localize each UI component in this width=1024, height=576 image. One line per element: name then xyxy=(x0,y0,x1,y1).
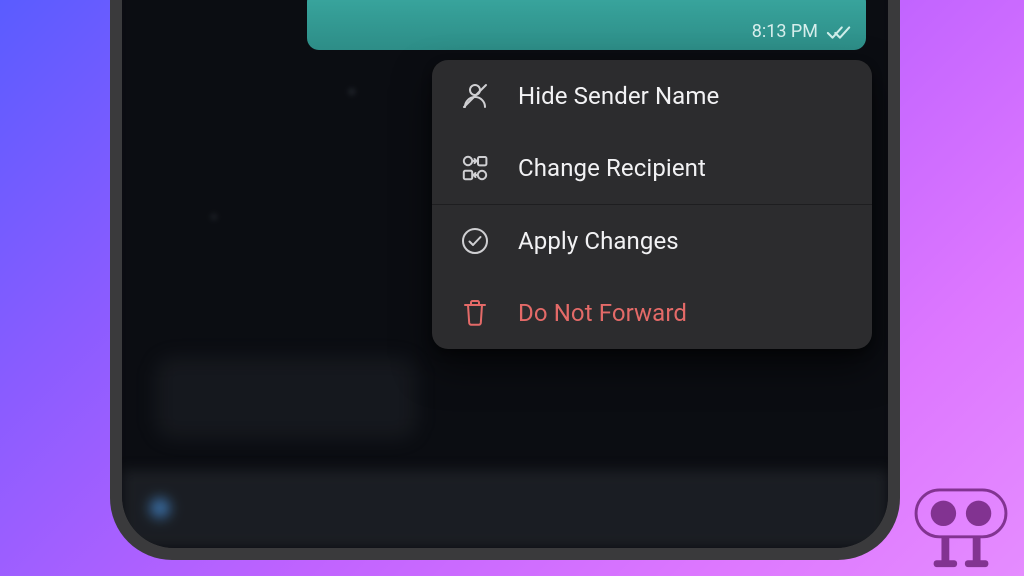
trash-icon xyxy=(458,296,492,330)
blurred-content xyxy=(156,358,416,438)
menu-item-label: Hide Sender Name xyxy=(518,82,719,110)
menu-item-change-recipient[interactable]: Change Recipient xyxy=(432,132,872,204)
menu-item-label: Apply Changes xyxy=(518,227,679,255)
check-circle-icon xyxy=(458,224,492,258)
change-recipient-icon xyxy=(458,151,492,185)
sent-message-bubble: 8:13 PM xyxy=(307,0,866,50)
phone-frame: 8:13 PM Hide Sender Name xyxy=(110,0,900,560)
message-input-bar xyxy=(122,470,888,548)
menu-item-label: Change Recipient xyxy=(518,154,706,182)
menu-item-apply-changes[interactable]: Apply Changes xyxy=(432,205,872,277)
forward-context-menu: Hide Sender Name Change Recipient xyxy=(432,60,872,349)
hide-sender-icon xyxy=(458,79,492,113)
menu-item-label: Do Not Forward xyxy=(518,299,687,327)
menu-item-do-not-forward[interactable]: Do Not Forward xyxy=(432,277,872,349)
phone-screen: 8:13 PM Hide Sender Name xyxy=(122,0,888,548)
menu-item-hide-sender[interactable]: Hide Sender Name xyxy=(432,60,872,132)
read-receipt-icon xyxy=(826,24,852,42)
message-timestamp: 8:13 PM xyxy=(752,21,818,42)
watermark-robot-icon xyxy=(912,486,1010,570)
